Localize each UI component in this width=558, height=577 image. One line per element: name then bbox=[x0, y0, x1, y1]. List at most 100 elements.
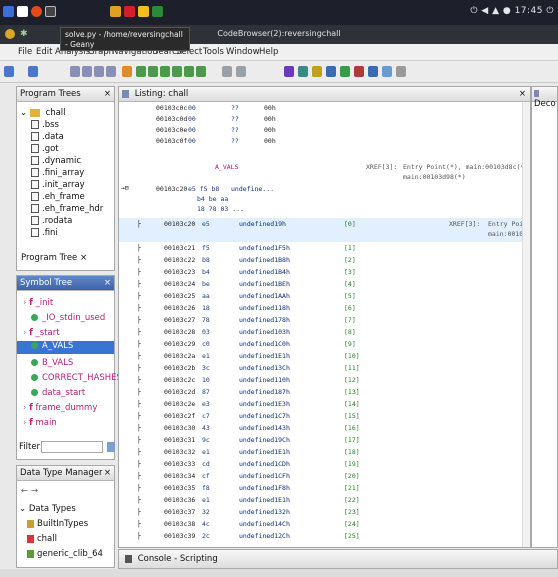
listing-row[interactable]: ├ 00103c39 2c undefined12Ch [25] bbox=[119, 531, 530, 542]
nav-icon-4[interactable] bbox=[106, 66, 116, 77]
listing-row[interactable]: ├ 00103c30 43 undefined143h [16] bbox=[119, 423, 530, 434]
symbol-item[interactable]: _IO_stdin_used bbox=[31, 313, 105, 323]
data-type-icon-5[interactable] bbox=[184, 66, 194, 77]
app-icon-1[interactable] bbox=[110, 6, 121, 17]
disassemble-icon[interactable] bbox=[122, 66, 132, 77]
listing-row[interactable]: ├ 00103c2d 87 undefined187h [13] bbox=[119, 387, 530, 398]
dtm-root[interactable]: ⌄ Data Types bbox=[19, 504, 76, 514]
browser-icon[interactable] bbox=[31, 6, 42, 17]
tool-icon-3[interactable] bbox=[326, 66, 336, 77]
listing-row[interactable]: ├ 00103c2e e3 undefined1E3h [14] bbox=[119, 399, 530, 410]
app-icon-4[interactable] bbox=[152, 6, 163, 17]
tree-section[interactable]: .data bbox=[31, 132, 64, 142]
tool-icon-8[interactable] bbox=[396, 66, 406, 77]
dtm-item[interactable]: chall bbox=[27, 534, 57, 544]
undo-icon[interactable] bbox=[222, 66, 232, 77]
close-icon[interactable]: × bbox=[104, 89, 111, 99]
listing-row[interactable]: ├ 00103c2f c7 undefined1C7h [15] bbox=[119, 411, 530, 422]
close-icon[interactable]: × bbox=[104, 278, 111, 288]
symbol-item[interactable]: data_start bbox=[31, 388, 85, 398]
nav-icon-1[interactable] bbox=[70, 66, 80, 77]
system-tray[interactable]: ⏻ ◀ ▲ ● 17:45 ⏻ bbox=[470, 6, 554, 16]
listing-row[interactable]: ├ 00103c2a e1 undefined1E1h [10] bbox=[119, 351, 530, 362]
listing-row[interactable]: ├ 00103c29 c0 undefined1C0h [9] bbox=[119, 339, 530, 350]
xref-entries[interactable]: main:00103d98(*) bbox=[403, 173, 466, 181]
listing-row[interactable]: ├ 00103c2c 10 undefined110h [12] bbox=[119, 375, 530, 386]
tool-icon-6[interactable] bbox=[368, 66, 378, 77]
files-icon[interactable] bbox=[17, 6, 28, 17]
data-type-icon-3[interactable] bbox=[160, 66, 170, 77]
symbol-item[interactable]: › f frame_dummy bbox=[23, 403, 97, 413]
data-type-icon-1[interactable] bbox=[136, 66, 146, 77]
menu-file[interactable]: File bbox=[18, 47, 32, 57]
symbol-item[interactable]: B_VALS bbox=[31, 358, 73, 368]
tree-section[interactable]: .got bbox=[31, 144, 59, 154]
menu-window[interactable]: Window bbox=[226, 47, 260, 57]
listing-row[interactable]: 00103c0e 00?? 00h bbox=[119, 125, 530, 136]
symbol-item[interactable]: CORRECT_HASHES bbox=[31, 373, 122, 383]
app-icon-3[interactable] bbox=[138, 6, 149, 17]
nav-icon-3[interactable] bbox=[94, 66, 104, 77]
listing-row[interactable]: ├ 00103c24 be undefined1BEh [4] bbox=[119, 279, 530, 290]
data-type-icon-4[interactable] bbox=[172, 66, 182, 77]
listing-row[interactable]: ├ 00103c28 03 undefined103h [8] bbox=[119, 327, 530, 338]
listing-row[interactable]: 00103c0f 00?? 00h bbox=[119, 136, 530, 147]
back-icon[interactable] bbox=[4, 66, 14, 77]
console-panel[interactable]: Console - Scripting bbox=[118, 549, 558, 569]
listing-row[interactable]: ├ 00103c36 e1 undefined1E1h [22] bbox=[119, 495, 530, 506]
dtm-item[interactable]: generic_clib_64 bbox=[27, 549, 103, 559]
symbol-item-selected[interactable]: A_VALS bbox=[17, 341, 114, 354]
tree-section[interactable]: .bss bbox=[31, 120, 59, 130]
chevron-down-icon[interactable]: ⌄ bbox=[19, 504, 26, 514]
listing-row[interactable]: ├ 00103c25 aa undefined1AAh [5] bbox=[119, 291, 530, 302]
listing-row[interactable]: ├ 00103c31 9c undefined19Ch [17] bbox=[119, 435, 530, 446]
nav-icon-2[interactable] bbox=[82, 66, 92, 77]
filter-input[interactable] bbox=[41, 441, 103, 453]
tree-section[interactable]: .dynamic bbox=[31, 156, 81, 166]
listing-row[interactable]: ├ 00103c23 b4 undefined1B4h [3] bbox=[119, 267, 530, 278]
listing-row[interactable]: ├ 00103c37 32 undefined132h [23] bbox=[119, 507, 530, 518]
forward-icon[interactable]: → bbox=[31, 486, 38, 496]
close-icon[interactable]: × bbox=[104, 468, 111, 478]
tree-root[interactable]: ⌄ chall bbox=[20, 108, 66, 118]
listing-row[interactable]: ├ 00103c21 f5 undefined1F5h [1] bbox=[119, 243, 530, 254]
tree-section[interactable]: .fini bbox=[31, 228, 58, 238]
redo-icon[interactable] bbox=[236, 66, 246, 77]
tree-section[interactable]: .fini_array bbox=[31, 168, 84, 178]
tool-icon-2[interactable] bbox=[312, 66, 322, 77]
program-tree-tab[interactable]: Program Tree × bbox=[21, 253, 87, 263]
vertical-scrollbar[interactable] bbox=[522, 102, 530, 547]
terminal-icon[interactable] bbox=[45, 6, 56, 17]
forward-icon[interactable] bbox=[28, 66, 38, 77]
tool-icon-1[interactable] bbox=[298, 66, 308, 77]
listing-row[interactable]: ├ 00103c2b 3c undefined13Ch [11] bbox=[119, 363, 530, 374]
tool-icon-5[interactable] bbox=[354, 66, 364, 77]
symbol-item[interactable]: › f main bbox=[23, 418, 57, 428]
tool-icon-4[interactable] bbox=[340, 66, 350, 77]
menu-help[interactable]: Help bbox=[259, 47, 278, 57]
menu-tools[interactable]: Tools bbox=[203, 47, 224, 57]
menu-icon[interactable] bbox=[3, 6, 14, 17]
listing-row[interactable]: ├ 00103c34 cf undefined1CFh [20] bbox=[119, 471, 530, 482]
label-row[interactable]: A_VALS XREF[3]: Entry Point(*), main:001… bbox=[119, 161, 530, 183]
listing-row[interactable]: ├ 00103c38 4c undefined14Ch [24] bbox=[119, 519, 530, 530]
tree-section[interactable]: .eh_frame bbox=[31, 192, 85, 202]
back-icon[interactable]: ← bbox=[21, 486, 28, 496]
listing-row[interactable]: ├ 00103c33 cd undefined1CDh [19] bbox=[119, 459, 530, 470]
listing-row[interactable]: ├ 00103c27 78 undefined178h [7] bbox=[119, 315, 530, 326]
selected-row[interactable]: ├ 00103c20 e5 undefined19h [0] XREF[3]: … bbox=[119, 218, 530, 242]
listing-row[interactable]: 00103c0c 00?? 00h bbox=[119, 103, 530, 114]
menu-edit[interactable]: Edit bbox=[36, 47, 52, 57]
chevron-down-icon[interactable]: ⌄ bbox=[20, 108, 27, 118]
data-type-icon-6[interactable] bbox=[196, 66, 206, 77]
expand-icon[interactable]: →⊟ bbox=[121, 184, 129, 192]
listing-row[interactable]: ├ 00103c35 f8 undefined1F8h [21] bbox=[119, 483, 530, 494]
close-icon[interactable]: × bbox=[519, 89, 526, 99]
tool-icon-7[interactable] bbox=[382, 66, 392, 77]
xref-entries[interactable]: Entry Point(*), main:00103d8c(*), bbox=[403, 163, 530, 171]
app-icon-2[interactable] bbox=[124, 6, 135, 17]
tree-section[interactable]: .eh_frame_hdr bbox=[31, 204, 103, 214]
symbol-item[interactable]: › f _init bbox=[23, 298, 53, 308]
undefined-row[interactable]: →⊟ 00103c20 e5 f5 b8 b4 be aa 18 78 03 .… bbox=[119, 184, 530, 217]
data-type-icon-2[interactable] bbox=[148, 66, 158, 77]
